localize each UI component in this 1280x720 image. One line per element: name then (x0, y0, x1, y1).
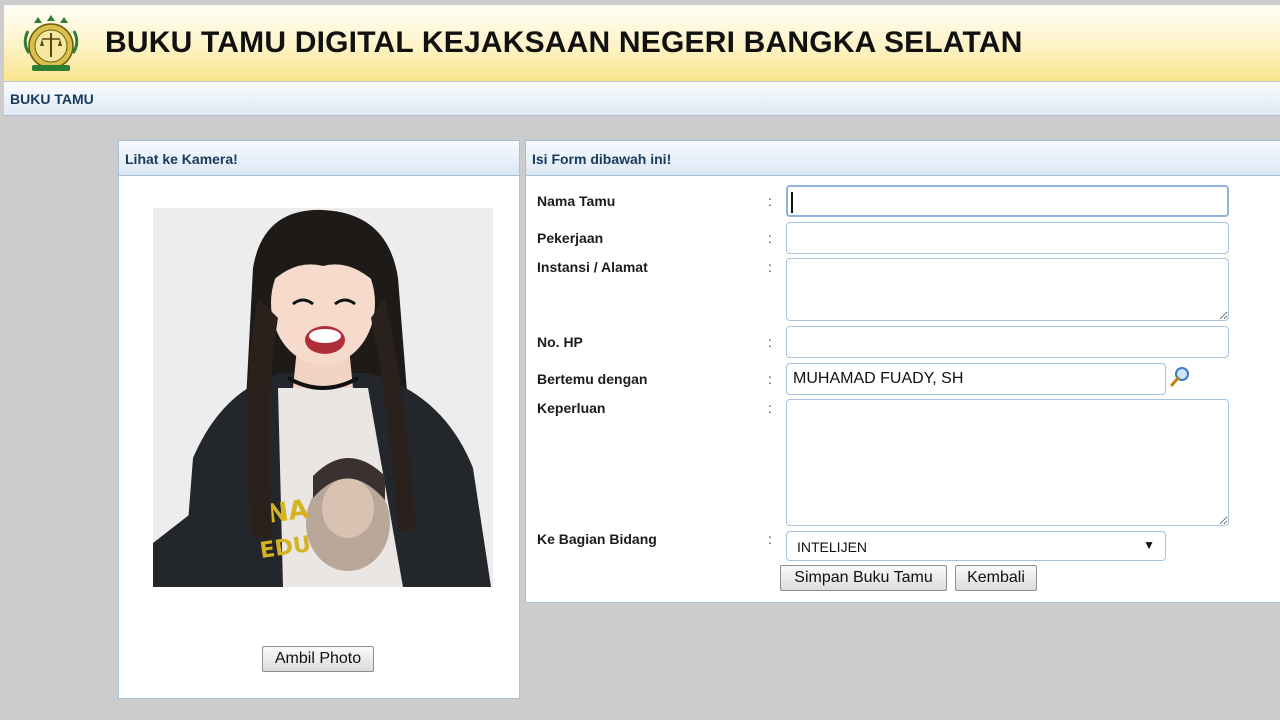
colon: : (768, 259, 772, 275)
pekerjaan-label: Pekerjaan (537, 230, 604, 246)
bagian-label: Ke Bagian Bidang (537, 531, 657, 547)
colon: : (768, 193, 772, 209)
nama-tamu-label: Nama Tamu (537, 193, 616, 209)
page-title: BUKU TAMU DIGITAL KEJAKSAAN NEGERI BANGK… (105, 26, 1023, 59)
form-panel-title: Isi Form dibawah ini! (526, 141, 1280, 176)
colon: : (768, 230, 772, 246)
chevron-down-icon: ▼ (1143, 538, 1155, 552)
no-hp-label: No. HP (537, 334, 583, 350)
colon: : (768, 531, 772, 547)
save-guestbook-button[interactable]: Simpan Buku Tamu (780, 565, 947, 591)
keperluan-label: Keperluan (537, 400, 606, 416)
bertemu-label: Bertemu dengan (537, 371, 648, 387)
bertemu-input[interactable] (786, 363, 1166, 395)
no-hp-input[interactable] (786, 326, 1229, 358)
nav-item-buku-tamu[interactable]: BUKU TAMU (10, 91, 94, 107)
nama-tamu-input[interactable] (786, 185, 1229, 217)
kejaksaan-emblem-icon (23, 15, 79, 71)
instansi-textarea[interactable] (786, 258, 1229, 321)
form-panel: Isi Form dibawah ini! Nama Tamu : Pekerj… (525, 140, 1280, 603)
colon: : (768, 334, 772, 350)
back-button[interactable]: Kembali (955, 565, 1037, 591)
text-cursor (791, 192, 793, 213)
camera-panel-title: Lihat ke Kamera! (119, 141, 519, 176)
colon: : (768, 371, 772, 387)
camera-preview: NA EDU (153, 208, 493, 587)
instansi-label: Instansi / Alamat (537, 259, 648, 275)
keperluan-textarea[interactable] (786, 399, 1229, 526)
search-icon[interactable] (1169, 366, 1191, 388)
pekerjaan-input[interactable] (786, 222, 1229, 254)
app-header: BUKU TAMU DIGITAL KEJAKSAAN NEGERI BANGK… (4, 4, 1280, 82)
camera-panel: Lihat ke Kamera! NA EDU Ambil Photo (118, 140, 520, 699)
take-photo-button[interactable]: Ambil Photo (262, 646, 374, 672)
colon: : (768, 400, 772, 416)
bagian-select[interactable]: INTELIJEN ▼ (786, 531, 1166, 561)
bagian-selected-value: INTELIJEN (797, 539, 868, 555)
nav-bar: BUKU TAMU (4, 82, 1280, 116)
